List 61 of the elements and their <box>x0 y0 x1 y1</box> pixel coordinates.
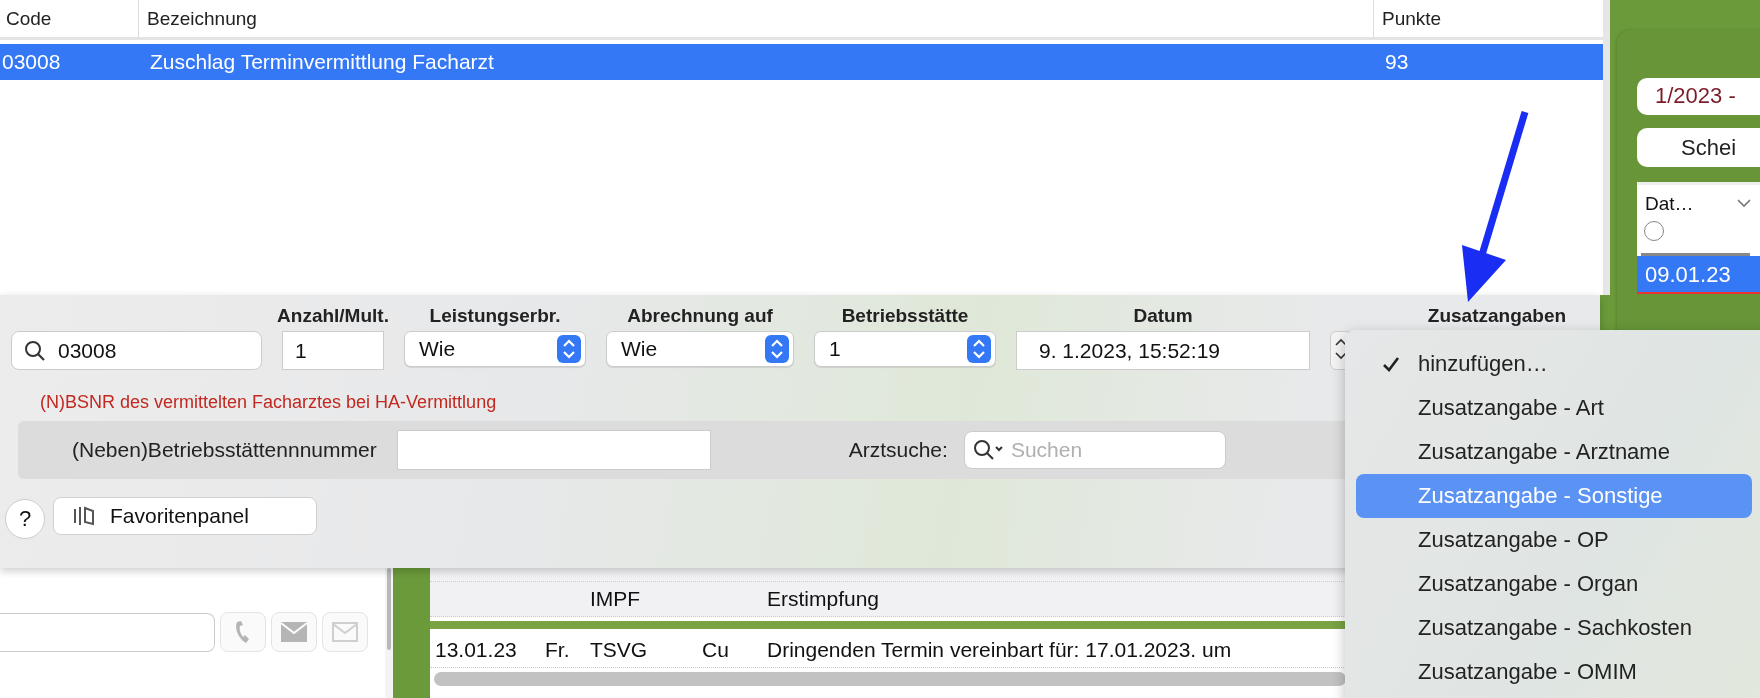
mail-button[interactable] <box>271 612 317 652</box>
favorites-button[interactable]: Favoritenpanel <box>53 497 317 535</box>
help-button[interactable]: ? <box>5 499 45 539</box>
table-cell-text: Zuschlag Terminvermittlung Facharzt <box>149 49 495 75</box>
updown-icon <box>765 335 789 363</box>
chevron-icon <box>1737 199 1751 208</box>
column-header[interactable]: Dat… <box>1645 193 1694 215</box>
scrollbar[interactable] <box>434 672 1346 686</box>
column-header: Abrechnung auf <box>627 305 773 327</box>
select-field[interactable]: 1 <box>814 331 996 367</box>
table-cell-text: IMPF <box>590 587 642 611</box>
column-header[interactable]: Bezeichnung <box>138 0 1373 37</box>
scrollbar[interactable] <box>387 568 391 650</box>
field-label: (Neben)Betriebsstättennnummer <box>72 438 377 462</box>
column-header: Leistungserbr. <box>429 305 561 327</box>
side-button[interactable]: Schei <box>1637 128 1760 167</box>
column-header: Datum <box>1133 305 1193 327</box>
search-icon <box>24 339 46 362</box>
table-cell-text: Fr. <box>545 638 571 662</box>
search-field[interactable]: 03008 <box>11 331 262 370</box>
table-cell-text: Erstimpfung <box>767 587 881 611</box>
radio-button[interactable] <box>1644 221 1664 241</box>
column-header: Betriebsstätte <box>841 305 969 327</box>
period-field[interactable]: 1/2023 - <box>1637 78 1760 115</box>
column-header: Zusatzangaben <box>1427 305 1567 327</box>
input-field[interactable] <box>0 612 215 652</box>
input-field[interactable] <box>396 430 711 470</box>
hint-text: (N)BSNR des vermittelten Facharztes bei HA-Vermittlung <box>40 392 497 413</box>
check-icon <box>1382 355 1400 373</box>
panels-icon <box>72 505 96 527</box>
envelope-icon <box>281 622 307 642</box>
select-field[interactable]: Wie <box>404 331 586 367</box>
menu-item[interactable]: Zusatzangabe - OMIM <box>1356 650 1752 694</box>
table-row[interactable]: 09.01.23 <box>1637 256 1760 294</box>
column-header[interactable]: Punkte <box>1373 0 1603 37</box>
phone-button[interactable] <box>220 612 266 652</box>
menu-item[interactable]: Zusatzangabe - Sachkosten <box>1356 606 1752 650</box>
menu-item[interactable]: Zusatzangabe - Art <box>1356 386 1752 430</box>
table-cell-text: TSVG <box>590 638 649 662</box>
table-cell-text: 93 <box>1384 49 1410 75</box>
updown-icon <box>557 335 581 363</box>
envelope-icon <box>332 622 358 642</box>
menu-item[interactable]: Zusatzangabe - OP <box>1356 518 1752 562</box>
menu-item[interactable]: hinzufügen… <box>1356 342 1752 386</box>
phone-icon <box>234 620 252 644</box>
column-header[interactable]: Code <box>0 0 138 37</box>
date-field[interactable]: 9. 1.2023, 15:52:19 <box>1016 331 1310 370</box>
column-header: Anzahl/Mult. <box>277 305 389 327</box>
menu-item[interactable]: Zusatzangabe - Arztname <box>1356 430 1752 474</box>
table-cell-text: Cu <box>702 638 730 662</box>
updown-icon <box>967 335 991 363</box>
table-cell-text: Dringenden Termin vereinbart für: 17.01.2023. um <box>767 638 1233 662</box>
search-icon <box>972 439 1005 461</box>
table-cell-text: 13.01.23 <box>435 638 518 662</box>
field-label: Arztsuche: <box>848 438 948 462</box>
table-cell-text: 03008 <box>1 49 62 75</box>
select-field[interactable]: Wie <box>606 331 794 367</box>
mail-button[interactable] <box>322 612 368 652</box>
input-field[interactable]: 1 <box>282 331 384 370</box>
menu-item[interactable]: Zusatzangabe - Organ <box>1356 562 1752 606</box>
table-row[interactable]: 03008 Zuschlag Terminvermittlung Facharzt 93 <box>0 44 1603 80</box>
